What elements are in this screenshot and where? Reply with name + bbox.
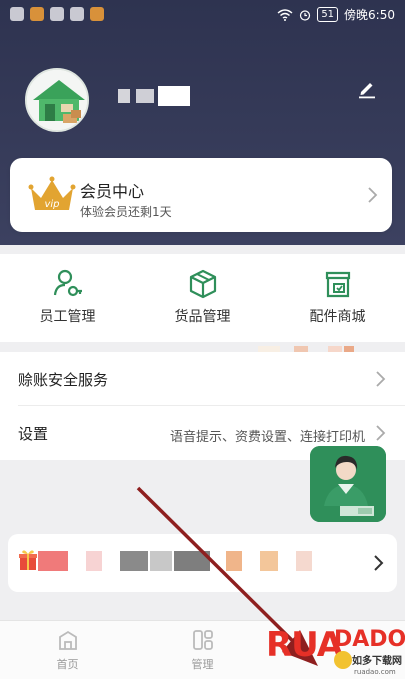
gift-icon [19, 550, 37, 570]
blur-block [150, 551, 172, 571]
blur-block [174, 551, 210, 571]
box-icon [189, 269, 216, 299]
blur-block [136, 89, 154, 103]
quick-menu: 员工管理 货品管理 配件商城 [0, 254, 405, 342]
app-notification-icon [30, 7, 44, 21]
alarm-icon [300, 9, 311, 21]
row-credit-security[interactable]: 赊账安全服务 [0, 352, 405, 406]
vip-crown-icon: vip [28, 176, 76, 210]
vip-subtitle: 体验会员还剩1天 [80, 205, 172, 219]
tab-home[interactable]: 首页 [0, 621, 135, 679]
svg-text:vip: vip [44, 199, 59, 210]
home-icon [58, 630, 77, 650]
app-notification-icon [50, 7, 64, 21]
tab-manage[interactable]: 管理 [135, 621, 270, 679]
row-label: 赊账安全服务 [18, 371, 109, 389]
menu-item-goods[interactable]: 货品管理 [135, 254, 270, 342]
manage-icon [192, 630, 213, 650]
vip-title: 会员中心 [80, 182, 145, 201]
chevron-right-icon [368, 187, 378, 203]
chat-notification-icon [10, 7, 24, 21]
svg-text:ruadao.com: ruadao.com [354, 668, 396, 676]
promo-banner[interactable] [8, 534, 397, 592]
blur-block [86, 551, 102, 571]
blur-block [38, 551, 68, 571]
menu-item-staff[interactable]: 员工管理 [0, 254, 135, 342]
vip-card[interactable]: vip [10, 158, 392, 364]
blur-block [118, 89, 130, 103]
staff-key-icon [53, 269, 82, 297]
blur-block [296, 551, 312, 571]
svg-text:RUA: RUA [266, 625, 344, 665]
blur-block [226, 551, 242, 571]
menu-item-parts-store[interactable]: 配件商城 [270, 254, 405, 342]
menu-label: 员工管理 [39, 309, 96, 325]
battery-icon: 51 [317, 7, 339, 22]
pencil-icon [359, 83, 375, 99]
app-notification-icon [90, 7, 104, 21]
watermark: RUA DADO 如多下载网 ruadao.com [264, 612, 405, 679]
tab-label: 管理 [191, 658, 214, 671]
blur-block [158, 86, 190, 106]
svg-text:DADO: DADO [334, 627, 405, 652]
chevron-right-icon [376, 425, 386, 441]
tab-label: 首页 [56, 658, 79, 671]
row-label: 设置 [18, 425, 49, 443]
blur-block [260, 551, 278, 571]
row-subtitle: 语音提示、资费设置、连接打印机 [169, 430, 365, 445]
ruadado-logo: RUA DADO 如多下载网 ruadao.com [266, 625, 405, 676]
agent-icon [310, 446, 386, 522]
wifi-icon [277, 8, 293, 21]
blur-block [120, 551, 148, 571]
avatar[interactable] [25, 68, 89, 132]
tv-notification-icon [70, 7, 84, 21]
menu-label: 货品管理 [174, 309, 231, 325]
store-icon [325, 271, 350, 298]
status-bar: 51 傍晚6:50 [0, 0, 405, 30]
menu-label: 配件商城 [309, 309, 366, 325]
system-status: 51 傍晚6:50 [277, 6, 395, 23]
settings-list: 赊账安全服务 设置 语音提示、资费设置、连接打印机 [0, 352, 405, 460]
clock-time: 傍晚6:50 [344, 8, 395, 22]
chevron-right-icon [374, 555, 384, 571]
edit-button[interactable] [356, 77, 378, 99]
notification-icons [10, 7, 104, 21]
customer-service-button[interactable] [310, 446, 386, 522]
chevron-right-icon [376, 371, 386, 387]
svg-text:如多下载网: 如多下载网 [352, 654, 402, 667]
username-redacted [110, 86, 192, 106]
